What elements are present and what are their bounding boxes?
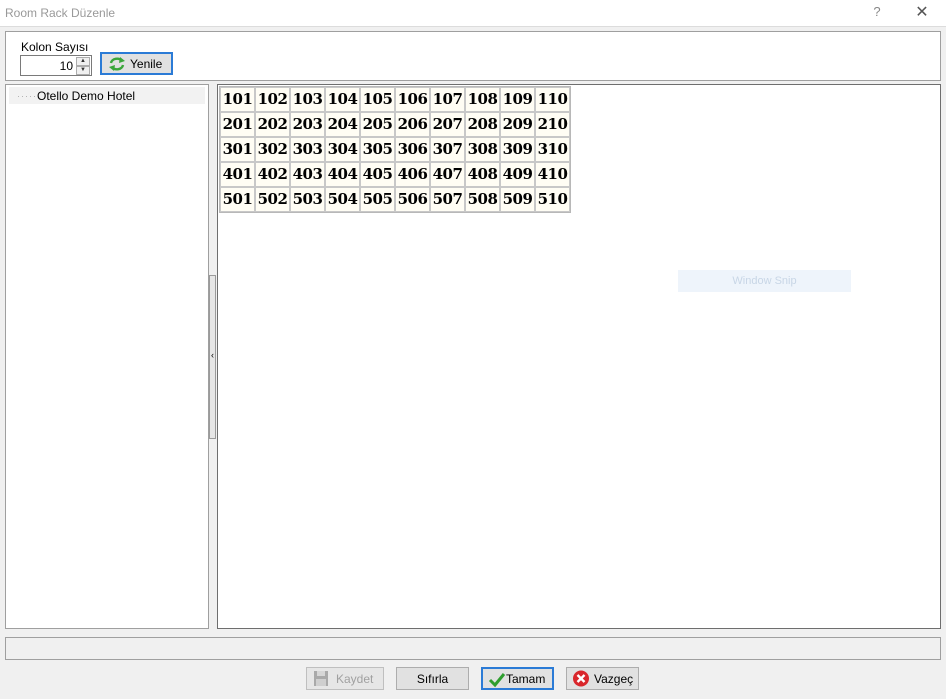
refresh-button[interactable]: Yenile [100, 52, 173, 75]
room-cell[interactable]: 505 [360, 187, 395, 212]
room-cell[interactable]: 503 [290, 187, 325, 212]
room-cell[interactable]: 106 [395, 87, 430, 112]
room-cell[interactable]: 103 [290, 87, 325, 112]
room-cell[interactable]: 504 [325, 187, 360, 212]
room-cell[interactable]: 208 [465, 112, 500, 137]
window-title: Room Rack Düzenle [5, 6, 116, 20]
room-cell[interactable]: 204 [325, 112, 360, 137]
room-cell[interactable]: 110 [535, 87, 570, 112]
reset-button[interactable]: Sıfırla [396, 667, 469, 690]
room-cell[interactable]: 304 [325, 137, 360, 162]
room-row: 201 202 203 204 205 206 207 208 209 210 [220, 112, 570, 137]
collapse-left-icon[interactable]: ‹ [211, 350, 214, 360]
refresh-button-label: Yenile [130, 57, 163, 71]
close-button[interactable]: ✕ [910, 2, 934, 24]
cancel-button-label: Vazgeç [594, 672, 634, 686]
room-row: 101 102 103 104 105 106 107 108 109 110 [220, 87, 570, 112]
ok-button[interactable]: Tamam [481, 667, 554, 690]
room-cell[interactable]: 305 [360, 137, 395, 162]
parameters-panel: Kolon Sayısı 10 ▲ ▼ Yenile [5, 31, 941, 81]
room-cell[interactable]: 101 [220, 87, 255, 112]
column-count-spinner[interactable]: 10 ▲ ▼ [20, 55, 92, 76]
room-cell[interactable]: 502 [255, 187, 290, 212]
room-cell[interactable]: 509 [500, 187, 535, 212]
room-rack-panel: 101 102 103 104 105 106 107 108 109 110 201 202 203 2… [217, 84, 941, 629]
room-cell[interactable]: 207 [430, 112, 465, 137]
room-cell[interactable]: 307 [430, 137, 465, 162]
room-cell[interactable]: 206 [395, 112, 430, 137]
ok-button-label: Tamam [506, 672, 546, 686]
help-button[interactable]: ? [867, 4, 887, 19]
room-cell[interactable]: 301 [220, 137, 255, 162]
room-cell[interactable]: 507 [430, 187, 465, 212]
room-cell[interactable]: 310 [535, 137, 570, 162]
room-cell[interactable]: 107 [430, 87, 465, 112]
tree-node-hotel[interactable]: ····· Otello Demo Hotel [9, 87, 205, 104]
room-row: 501 502 503 504 505 506 507 508 509 510 [220, 187, 570, 212]
room-cell[interactable]: 508 [465, 187, 500, 212]
room-row: 301 302 303 304 305 306 307 308 309 310 [220, 137, 570, 162]
room-cell[interactable]: 202 [255, 112, 290, 137]
reset-button-label: Sıfırla [416, 672, 449, 686]
room-cell[interactable]: 404 [325, 162, 360, 187]
room-cell[interactable]: 109 [500, 87, 535, 112]
room-cell[interactable]: 210 [535, 112, 570, 137]
status-bar [5, 637, 941, 660]
room-cell[interactable]: 302 [255, 137, 290, 162]
spin-up-button[interactable]: ▲ [76, 57, 90, 66]
refresh-icon [109, 57, 125, 71]
room-cell[interactable]: 104 [325, 87, 360, 112]
room-cell[interactable]: 205 [360, 112, 395, 137]
spin-down-button[interactable]: ▼ [76, 66, 90, 75]
room-cell[interactable]: 402 [255, 162, 290, 187]
room-cell[interactable]: 409 [500, 162, 535, 187]
room-cell[interactable]: 309 [500, 137, 535, 162]
room-grid: 101 102 103 104 105 106 107 108 109 110 201 202 203 2… [219, 86, 571, 213]
room-cell[interactable]: 403 [290, 162, 325, 187]
room-cell[interactable]: 407 [430, 162, 465, 187]
title-bar: Room Rack Düzenle ? ✕ [0, 0, 946, 27]
panel-splitter[interactable]: ‹ [209, 275, 216, 439]
room-cell[interactable]: 406 [395, 162, 430, 187]
room-cell[interactable]: 201 [220, 112, 255, 137]
room-cell[interactable]: 501 [220, 187, 255, 212]
room-cell[interactable]: 209 [500, 112, 535, 137]
hotel-tree: ····· Otello Demo Hotel [5, 84, 209, 629]
checkmark-icon [488, 673, 506, 688]
room-cell[interactable]: 401 [220, 162, 255, 187]
room-cell[interactable]: 303 [290, 137, 325, 162]
room-cell[interactable]: 203 [290, 112, 325, 137]
tree-node-label: Otello Demo Hotel [37, 89, 136, 103]
room-cell[interactable]: 306 [395, 137, 430, 162]
room-cell[interactable]: 102 [255, 87, 290, 112]
room-row: 401 402 403 404 405 406 407 408 409 410 [220, 162, 570, 187]
room-cell[interactable]: 405 [360, 162, 395, 187]
cancel-button[interactable]: Vazgeç [566, 667, 639, 690]
save-button-label: Kaydet [336, 672, 374, 686]
window-snip-overlay: Window Snip [678, 270, 851, 292]
room-cell[interactable]: 108 [465, 87, 500, 112]
column-count-value[interactable]: 10 [60, 59, 73, 73]
save-button[interactable]: Kaydet [306, 667, 384, 690]
room-cell[interactable]: 506 [395, 187, 430, 212]
room-cell[interactable]: 408 [465, 162, 500, 187]
room-cell[interactable]: 308 [465, 137, 500, 162]
room-cell[interactable]: 410 [535, 162, 570, 187]
tree-connector: ····· [17, 91, 37, 101]
column-count-label: Kolon Sayısı [21, 40, 89, 54]
cancel-x-icon [573, 670, 589, 687]
room-cell[interactable]: 510 [535, 187, 570, 212]
room-cell[interactable]: 105 [360, 87, 395, 112]
save-disk-icon [314, 671, 328, 686]
